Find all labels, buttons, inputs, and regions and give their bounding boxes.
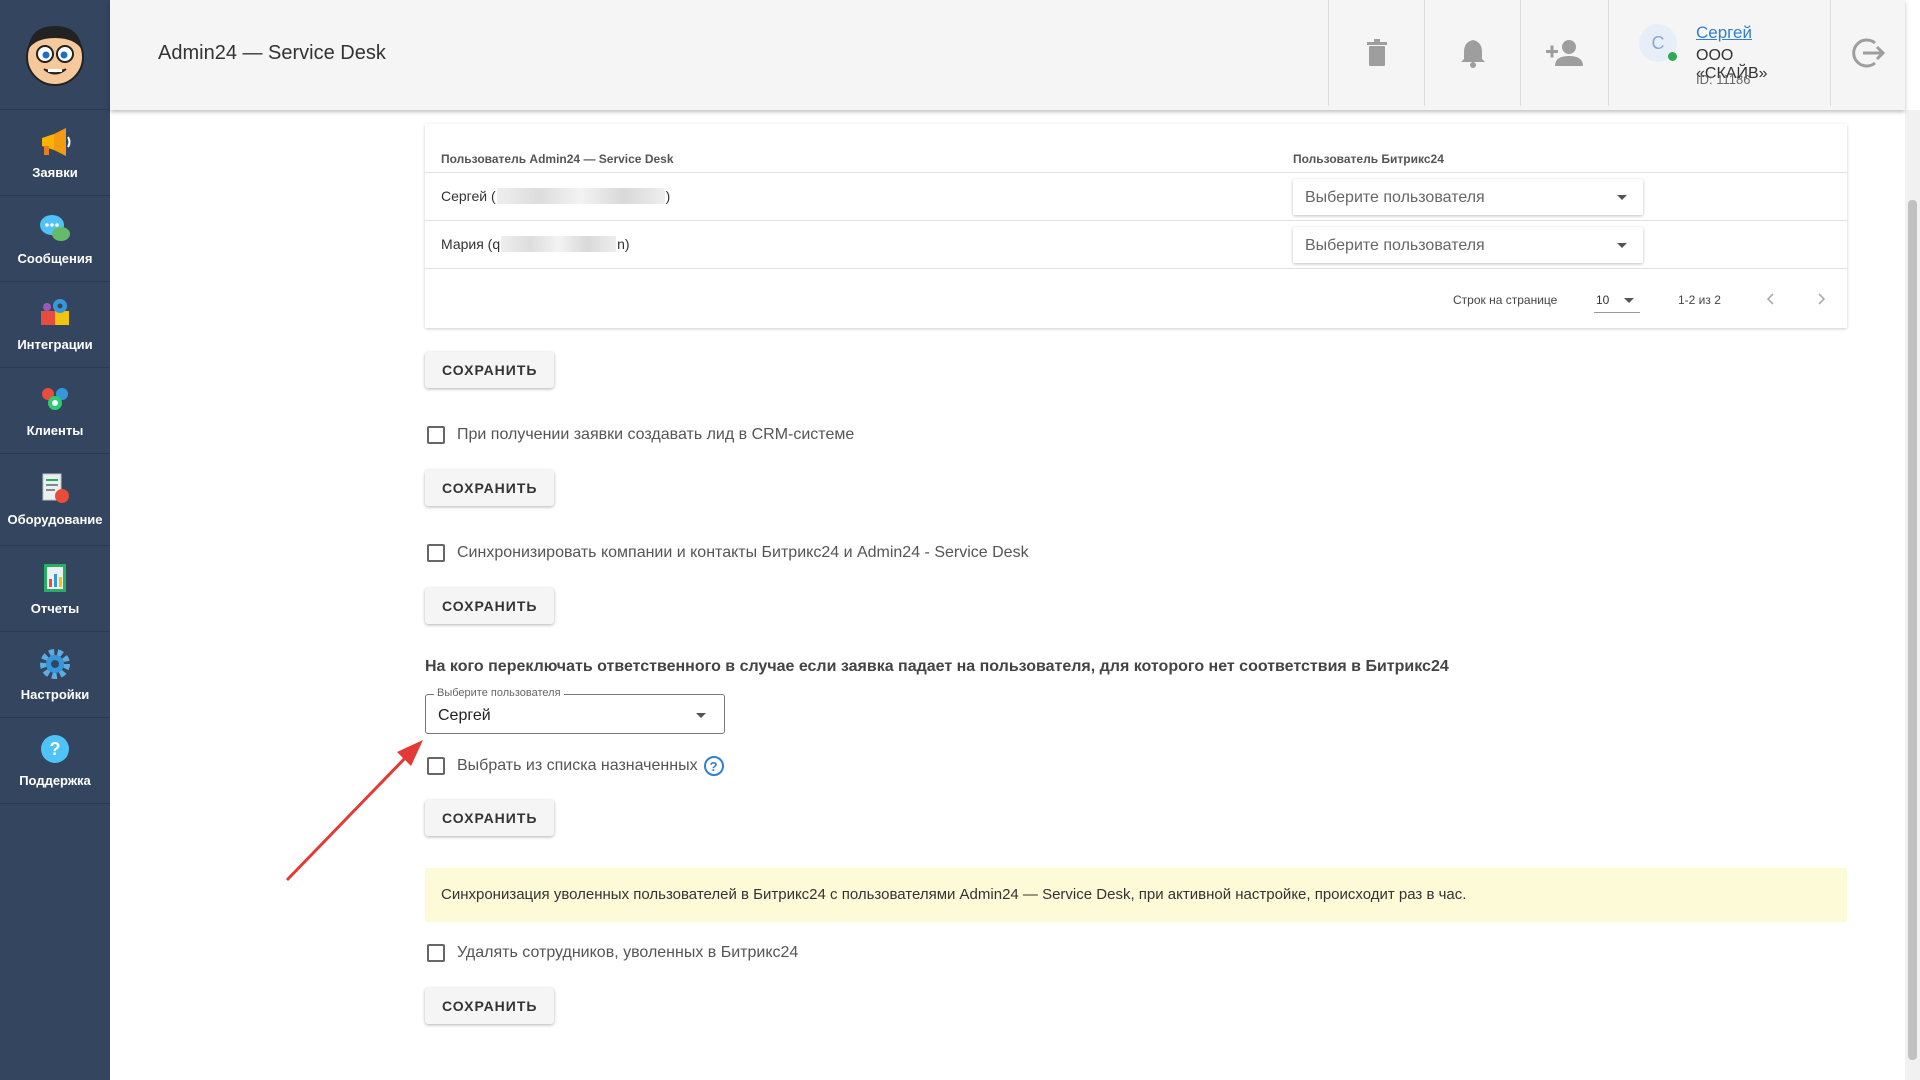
sidebar-item-label: Настройки (20, 687, 90, 702)
table-row: Сергей ( ) Выберите пользователя (425, 172, 1847, 220)
column-header-bitrix24-user: Пользователь Битрикс24 (1293, 152, 1444, 166)
save-sync-companies-button[interactable]: СОХРАНИТЬ (425, 588, 555, 624)
sync-companies-checkbox[interactable] (427, 544, 445, 562)
rows-per-page-select[interactable]: 10 (1594, 285, 1640, 313)
sidebar-item-label: Заявки (32, 165, 78, 180)
choose-from-assigned-option: Выбрать из списка назначенных ? (427, 756, 724, 776)
create-lead-option: При получении заявки создавать лид в CRM… (427, 426, 854, 444)
top-header: Admin24 — Service Desk С Сергей ООО «СКА… (110, 0, 1905, 110)
sidebar-item-reports[interactable]: Отчеты (0, 546, 110, 632)
notice-text: Синхронизация уволенных пользователей в … (441, 886, 1467, 903)
sidebar-item-integrations[interactable]: Интеграции (0, 282, 110, 368)
save-fallback-button[interactable]: СОХРАНИТЬ (425, 800, 555, 836)
bitrix24-user-select[interactable]: Выберите пользователя (1293, 227, 1643, 263)
report-icon (44, 564, 66, 592)
save-mapping-button[interactable]: СОХРАНИТЬ (425, 352, 555, 388)
chat-bubbles-icon (40, 215, 70, 241)
choose-from-assigned-label: Выбрать из списка назначенных (457, 757, 698, 774)
bitrix24-user-select[interactable]: Выберите пользователя (1293, 179, 1643, 215)
user-name-prefix: Сергей ( (441, 188, 496, 204)
fallback-user-select[interactable]: Выберите пользователя Сергей (425, 687, 725, 734)
page-scrollbar[interactable] (1905, 110, 1920, 1080)
trash-button[interactable] (1328, 0, 1424, 106)
online-status-icon (1668, 52, 1677, 61)
chevron-left-icon (1766, 293, 1774, 305)
redacted-email (501, 236, 617, 252)
add-user-button[interactable] (1520, 0, 1608, 106)
delete-fired-option: Удалять сотрудников, уволенных в Битрикс… (427, 944, 798, 962)
redacted-email (496, 188, 665, 204)
chevron-down-icon (1617, 243, 1627, 248)
sidebar-item-label: Сообщения (17, 251, 93, 266)
puzzle-gears-icon (41, 299, 69, 325)
rows-per-page-value: 10 (1596, 293, 1610, 307)
table-row: Мария (q n) Выберите пользователя (425, 220, 1847, 268)
notifications-button[interactable] (1424, 0, 1520, 106)
help-bubble-icon: ? (41, 735, 69, 763)
sidebar: Заявки Сообщения Интеграции Клиенты Обор… (0, 0, 110, 1080)
chevron-down-icon (1617, 195, 1627, 200)
delete-fired-checkbox[interactable] (427, 944, 445, 962)
sync-info-notice: Синхронизация уволенных пользователей в … (425, 868, 1847, 922)
sidebar-item-requests[interactable]: Заявки (0, 110, 110, 196)
bell-icon (1460, 40, 1485, 68)
logout-button[interactable] (1830, 0, 1905, 106)
user-id: ID: 11186 (1696, 72, 1751, 87)
chevron-right-icon (1818, 293, 1826, 305)
sidebar-item-label: Интеграции (17, 337, 93, 352)
create-lead-checkbox[interactable] (427, 426, 445, 444)
sidebar-item-settings[interactable]: Настройки (0, 632, 110, 718)
fallback-responsible-heading: На кого переключать ответственного в слу… (425, 658, 1449, 675)
save-create-lead-button[interactable]: СОХРАНИТЬ (425, 470, 555, 506)
question-mark-icon[interactable]: ? (703, 756, 724, 776)
user-name-link[interactable]: Сергей (1696, 23, 1752, 43)
next-page-button[interactable] (1809, 287, 1833, 311)
admin24-user-cell: Мария (q n) (441, 236, 630, 252)
select-placeholder: Выберите пользователя (1305, 237, 1485, 254)
people-icon (42, 388, 68, 410)
admin24-user-cell: Сергей ( ) (441, 188, 670, 204)
sidebar-item-label: Отчеты (30, 601, 80, 616)
table-pagination: Строк на странице 10 1-2 из 2 (425, 268, 1847, 328)
sync-companies-option: Синхронизировать компании и контакты Бит… (427, 544, 1029, 562)
user-name-suffix: n) (617, 236, 630, 252)
svg-text:?: ? (50, 739, 61, 759)
add-user-icon (1545, 40, 1583, 66)
select-value: Сергей (438, 707, 491, 724)
gear-icon (40, 649, 70, 679)
pagination-range: 1-2 из 2 (1678, 293, 1721, 307)
sidebar-item-label: Клиенты (26, 423, 84, 438)
megaphone-icon (42, 128, 71, 156)
sync-companies-label: Синхронизировать компании и контакты Бит… (457, 544, 1029, 561)
trash-icon (1366, 39, 1387, 66)
user-mapping-table: Пользователь Admin24 — Service Desk Поль… (425, 124, 1847, 328)
user-profile: С Сергей ООО «СКАЙВ» ID: 11186 (1608, 0, 1808, 106)
chevron-down-icon (696, 713, 706, 718)
page-title: Admin24 — Service Desk (158, 42, 386, 64)
sidebar-item-clients[interactable]: Клиенты (0, 368, 110, 454)
sidebar-item-support[interactable]: ? Поддержка (0, 718, 110, 804)
chevron-down-icon (1624, 298, 1634, 303)
logout-icon (1852, 38, 1886, 68)
app-logo[interactable] (0, 0, 110, 110)
choose-from-assigned-checkbox[interactable] (427, 757, 445, 775)
sidebar-item-label: Поддержка (19, 773, 91, 788)
create-lead-label: При получении заявки создавать лид в CRM… (457, 426, 855, 443)
scrollbar-thumb[interactable] (1908, 200, 1917, 1060)
user-name-suffix: ) (665, 188, 671, 204)
select-legend: Выберите пользователя (434, 687, 564, 699)
sidebar-item-label: Оборудование (7, 512, 103, 527)
equipment-icon (42, 473, 69, 503)
select-placeholder: Выберите пользователя (1305, 189, 1485, 206)
annotation-arrow-icon (285, 740, 423, 882)
column-header-admin24-user: Пользователь Admin24 — Service Desk (441, 152, 674, 166)
sidebar-item-messages[interactable]: Сообщения (0, 196, 110, 282)
rows-per-page-label: Строк на странице (1453, 293, 1558, 307)
save-delete-fired-button[interactable]: СОХРАНИТЬ (425, 988, 555, 1024)
sidebar-item-equipment[interactable]: Оборудование (0, 454, 110, 546)
user-name-prefix: Мария (q (441, 236, 501, 252)
delete-fired-label: Удалять сотрудников, уволенных в Битрикс… (457, 944, 799, 961)
prev-page-button[interactable] (1759, 287, 1783, 311)
cartoon-face-logo-icon (26, 25, 84, 86)
